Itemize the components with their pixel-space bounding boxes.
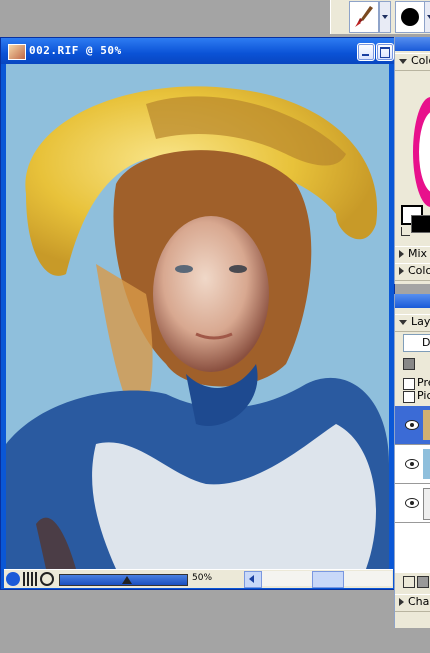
colors-palette: Colo Mix Colo (394, 37, 430, 284)
layer-options-icon[interactable] (403, 358, 415, 370)
layer-row[interactable] (395, 445, 430, 484)
layers-palette: Lay De Pre Pic Cha (394, 294, 430, 628)
visibility-eye-icon[interactable] (405, 459, 419, 469)
layers-section-header[interactable]: Lay (395, 314, 430, 332)
mixer-section-header[interactable]: Mix (395, 246, 430, 264)
composite-method-select[interactable]: De (403, 334, 430, 352)
brush-dropdown-button[interactable] (379, 1, 391, 33)
zoom-slider[interactable] (59, 574, 188, 586)
document-status-bar: 50% (4, 569, 393, 588)
collapse-triangle-icon (399, 250, 404, 258)
visibility-eye-icon[interactable] (405, 420, 419, 430)
arrow-left-icon (249, 575, 254, 583)
color-sets-label: Colo (408, 264, 430, 277)
layer-command-icon[interactable] (417, 576, 429, 588)
visibility-eye-icon[interactable] (405, 498, 419, 508)
brush-selector-button[interactable] (349, 1, 379, 33)
layers-section-label: Lay (411, 315, 430, 328)
scrollbar-thumb[interactable] (312, 571, 344, 588)
property-bar (0, 0, 430, 36)
layer-command-icon[interactable] (403, 576, 415, 588)
composite-method-value: De (422, 336, 430, 349)
paintbrush-icon (355, 6, 373, 27)
size-dropdown-button[interactable] (424, 1, 430, 33)
channels-label: Cha (408, 595, 430, 608)
layer-scrollbar[interactable] (395, 523, 430, 573)
secondary-color-swatch[interactable] (411, 215, 430, 233)
horizontal-scrollbar[interactable] (262, 571, 392, 588)
painting-canvas[interactable] (6, 64, 389, 569)
collapse-triangle-icon (399, 267, 404, 275)
scroll-left-button[interactable] (244, 571, 262, 588)
preserve-label: Pre (417, 376, 430, 389)
color-dot-icon (401, 8, 419, 26)
channels-section-header[interactable]: Cha (395, 594, 430, 612)
document-icon (8, 44, 26, 60)
layer-row[interactable] (395, 484, 430, 523)
layer-commands-bar (401, 576, 430, 588)
preserve-checkbox[interactable] (403, 378, 415, 390)
zoom-slider-thumb[interactable] (122, 576, 132, 584)
color-sets-section-header[interactable]: Colo (395, 263, 430, 281)
brush-size-button[interactable] (395, 1, 425, 33)
canvas-rotate-icon[interactable] (6, 572, 20, 586)
expand-triangle-icon (399, 319, 407, 325)
layers-palette-titlebar[interactable] (395, 294, 430, 308)
layer-thumbnail (423, 410, 430, 440)
collapse-triangle-icon (399, 598, 404, 606)
document-title: 002.RIF @ 50% (29, 44, 122, 57)
magnifier-icon[interactable] (40, 572, 54, 586)
expand-triangle-icon (399, 58, 407, 64)
swap-colors-icon[interactable] (401, 227, 410, 236)
zoom-value: 50% (192, 573, 213, 583)
layer-row-selected[interactable] (395, 406, 430, 445)
maximize-icon (380, 47, 390, 58)
minimize-icon (362, 54, 369, 56)
color-wheel-inner (419, 111, 430, 193)
colors-palette-titlebar[interactable] (395, 37, 430, 51)
document-title-bar[interactable]: 002.RIF @ 50% (1, 38, 394, 64)
layer-thumbnail (423, 488, 430, 520)
document-window[interactable]: 002.RIF @ 50% 50% (0, 37, 395, 590)
colors-section-header[interactable]: Colo (395, 53, 430, 71)
portrait-painting (6, 64, 389, 569)
color-wheel[interactable] (413, 97, 430, 207)
tool-strip (330, 0, 430, 34)
mixer-label: Mix (408, 247, 428, 260)
pick-up-checkbox[interactable] (403, 391, 415, 403)
maximize-button[interactable] (376, 43, 394, 61)
minimize-button[interactable] (357, 43, 375, 61)
colors-section-label: Colo (411, 54, 430, 67)
grabber-icon[interactable] (23, 572, 37, 586)
layer-thumbnail (423, 449, 430, 479)
pick-up-label: Pic (417, 389, 430, 402)
